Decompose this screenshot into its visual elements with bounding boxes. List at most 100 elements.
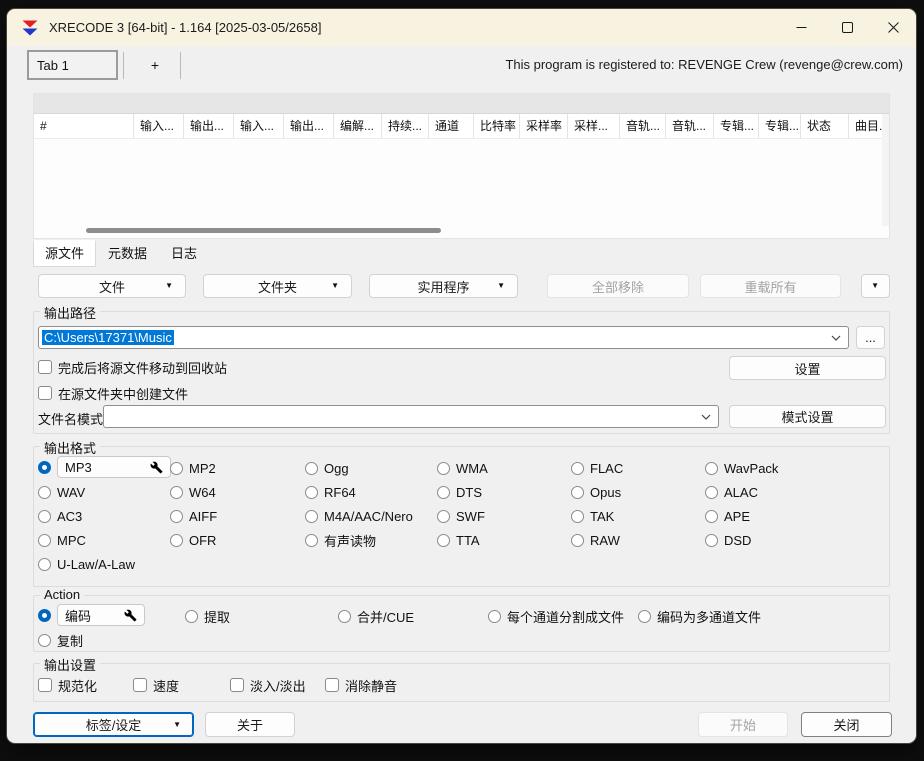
action-option-extract[interactable]: 提取 <box>185 605 230 627</box>
column-header[interactable]: # <box>34 114 134 138</box>
format-option-ape[interactable]: APE <box>705 505 750 527</box>
mp3-settings-box[interactable]: MP3 <box>57 456 171 478</box>
chevron-down-icon <box>701 414 711 420</box>
format-option-alac[interactable]: ALAC <box>705 481 758 503</box>
tags-settings-dropdown-button[interactable]: 标签/设定 ▼ <box>33 712 194 737</box>
create-in-source-checkbox[interactable]: 在源文件夹中创建文件 <box>38 385 188 401</box>
format-option-label: SWF <box>456 509 485 524</box>
output-path-value: C:\Users\17371\Music <box>42 330 174 345</box>
minimize-button[interactable] <box>778 9 824 46</box>
format-option-w64[interactable]: W64 <box>170 481 216 503</box>
action-option-split-channels[interactable]: 每个通道分割成文件 <box>488 605 624 627</box>
title-bar: XRECODE 3 [64-bit] - 1.164 [2025-03-05/2… <box>7 9 916 46</box>
action-option-merge-cue[interactable]: 合并/CUE <box>338 605 414 627</box>
settings-button[interactable]: 设置 <box>729 356 886 380</box>
format-option-label: TTA <box>456 533 480 548</box>
format-option-wavpack[interactable]: WavPack <box>705 457 778 479</box>
column-header[interactable]: 输出... <box>284 114 334 138</box>
format-option-rf64[interactable]: RF64 <box>305 481 356 503</box>
column-header[interactable]: 编解... <box>334 114 382 138</box>
tab-1[interactable]: Tab 1 <box>27 50 118 80</box>
window-controls <box>778 9 916 46</box>
add-tab-button[interactable]: + <box>131 50 179 80</box>
close-window-button[interactable]: 关闭 <box>801 712 892 737</box>
column-header[interactable]: 专辑... <box>714 114 759 138</box>
grid-header-row: # 输入... 输出... 输入... 输出... 编解... 持续... 通道… <box>34 114 889 139</box>
format-option-aiff[interactable]: AIFF <box>170 505 217 527</box>
format-option-swf[interactable]: SWF <box>437 505 485 527</box>
output-path-group: 输出路径 C:\Users\17371\Music ... 完成后将源文件移动到… <box>33 311 890 434</box>
about-button[interactable]: 关于 <box>205 712 295 737</box>
move-to-recycle-checkbox[interactable]: 完成后将源文件移动到回收站 <box>38 359 227 375</box>
action-option-multichannel[interactable]: 编码为多通道文件 <box>638 605 761 627</box>
fade-checkbox[interactable]: 淡入/淡出 <box>230 677 306 693</box>
maximize-button[interactable] <box>824 9 870 46</box>
format-option-label: WAV <box>57 485 85 500</box>
format-option-raw[interactable]: RAW <box>571 529 620 551</box>
output-path-combobox[interactable]: C:\Users\17371\Music <box>38 326 849 349</box>
format-option-mp2[interactable]: MP2 <box>170 457 216 479</box>
format-option-ofr[interactable]: OFR <box>170 529 216 551</box>
utilities-dropdown-button[interactable]: 实用程序 ▼ <box>369 274 518 298</box>
format-option-audiobook[interactable]: 有声读物 <box>305 529 376 551</box>
format-option-mpc[interactable]: MPC <box>38 529 86 551</box>
browse-path-button[interactable]: ... <box>856 326 885 349</box>
tab-log[interactable]: 日志 <box>159 240 209 267</box>
format-option-tak[interactable]: TAK <box>571 505 614 527</box>
format-option-ac3[interactable]: AC3 <box>38 505 82 527</box>
start-button[interactable]: 开始 <box>698 712 788 737</box>
column-header[interactable]: 音轨... <box>620 114 666 138</box>
filename-pattern-combobox[interactable] <box>103 405 719 428</box>
format-option-m4a[interactable]: M4A/AAC/Nero <box>305 505 413 527</box>
column-header[interactable]: 采样... <box>568 114 620 138</box>
action-option-encode[interactable]: 编码 <box>38 604 145 626</box>
column-header[interactable]: 输入... <box>134 114 184 138</box>
radio-icon <box>38 558 51 571</box>
radio-icon <box>305 486 318 499</box>
speed-checkbox[interactable]: 速度 <box>133 677 179 693</box>
remove-all-label: 全部移除 <box>592 277 644 296</box>
toolbar-more-dropdown-button[interactable]: ▼ <box>861 274 890 298</box>
column-header[interactable]: 状态 <box>801 114 849 138</box>
start-label: 开始 <box>730 715 756 734</box>
format-option-mp3[interactable]: MP3 <box>38 456 171 478</box>
column-header[interactable]: 输入... <box>234 114 284 138</box>
format-option-label: FLAC <box>590 461 623 476</box>
format-option-label: RF64 <box>324 485 356 500</box>
encode-settings-box[interactable]: 编码 <box>57 604 145 626</box>
column-header[interactable]: 输出... <box>184 114 234 138</box>
format-option-ogg[interactable]: Ogg <box>305 457 349 479</box>
column-header[interactable]: 持续... <box>382 114 429 138</box>
format-option-flac[interactable]: FLAC <box>571 457 623 479</box>
tab-source-files[interactable]: 源文件 <box>33 240 96 267</box>
radio-icon <box>305 462 318 475</box>
format-option-opus[interactable]: Opus <box>571 481 621 503</box>
column-header[interactable]: 音轨... <box>666 114 714 138</box>
format-option-tta[interactable]: TTA <box>437 529 480 551</box>
format-option-dsd[interactable]: DSD <box>705 529 751 551</box>
remove-all-button[interactable]: 全部移除 <box>547 274 689 298</box>
format-option-ulaw-alaw[interactable]: U-Law/A-Law <box>38 553 135 575</box>
caret-down-icon: ▼ <box>871 282 879 290</box>
output-settings-group: 输出设置 规范化 速度 淡入/淡出 消除静音 <box>33 663 890 702</box>
remove-silence-checkbox[interactable]: 消除静音 <box>325 677 397 693</box>
pattern-settings-button[interactable]: 模式设置 <box>729 405 886 428</box>
radio-icon <box>571 534 584 547</box>
column-header[interactable]: 专辑... <box>759 114 801 138</box>
column-header[interactable]: 采样率 <box>520 114 568 138</box>
folder-dropdown-button[interactable]: 文件夹 ▼ <box>203 274 352 298</box>
format-option-wav[interactable]: WAV <box>38 481 85 503</box>
normalize-checkbox[interactable]: 规范化 <box>38 677 97 693</box>
close-button[interactable] <box>870 9 916 46</box>
reload-all-button[interactable]: 重载所有 <box>700 274 841 298</box>
file-dropdown-button[interactable]: 文件 ▼ <box>38 274 186 298</box>
horizontal-scrollbar-thumb[interactable] <box>86 228 441 233</box>
column-header[interactable]: 通道 <box>429 114 474 138</box>
action-option-copy[interactable]: 复制 <box>38 629 83 651</box>
tab-metadata[interactable]: 元数据 <box>96 240 159 267</box>
format-option-dts[interactable]: DTS <box>437 481 482 503</box>
radio-icon <box>170 462 183 475</box>
radio-icon <box>305 510 318 523</box>
column-header[interactable]: 比特率 <box>474 114 520 138</box>
format-option-wma[interactable]: WMA <box>437 457 488 479</box>
